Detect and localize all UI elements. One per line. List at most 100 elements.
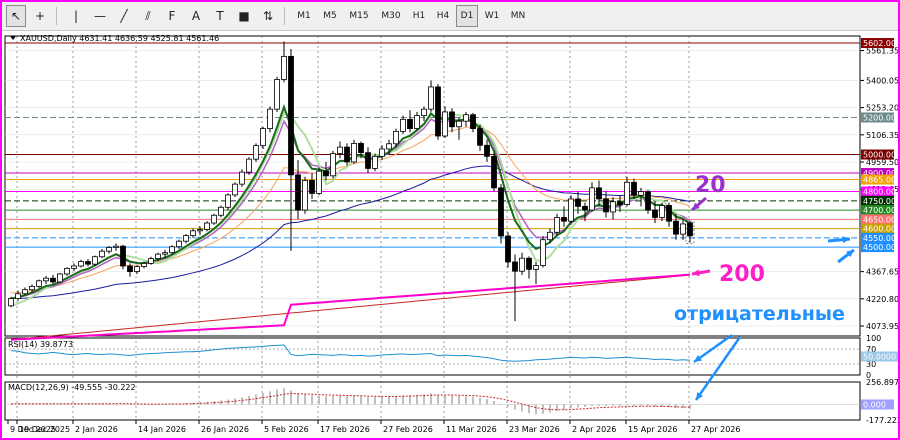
macd-bar[interactable] (367, 396, 369, 405)
trendline-tool-icon[interactable]: ╱ (114, 5, 134, 27)
candle[interactable] (421, 108, 427, 117)
candle[interactable] (239, 171, 245, 185)
macd-bar[interactable] (584, 404, 586, 407)
macd-bar[interactable] (605, 404, 607, 407)
candle[interactable] (673, 220, 679, 235)
macd-bar[interactable] (570, 404, 572, 409)
macd-bar[interactable] (563, 404, 565, 410)
candle[interactable] (456, 120, 462, 128)
candle[interactable] (344, 146, 350, 163)
candle[interactable] (484, 144, 490, 157)
candle[interactable] (610, 201, 616, 213)
candle[interactable] (624, 181, 630, 205)
macd-bar[interactable] (374, 397, 376, 405)
macd-bar[interactable] (598, 404, 600, 406)
candle[interactable] (442, 111, 448, 137)
candle[interactable] (169, 246, 175, 254)
macd-bar[interactable] (360, 396, 362, 405)
candle[interactable] (449, 111, 455, 128)
macd-bar[interactable] (682, 404, 684, 409)
candle[interactable] (162, 252, 168, 255)
candle[interactable] (680, 223, 686, 235)
candle[interactable] (323, 170, 329, 177)
candle[interactable] (631, 181, 637, 196)
candle[interactable] (57, 273, 63, 283)
macd-bar[interactable] (633, 404, 635, 406)
candle[interactable] (134, 266, 140, 272)
candle[interactable] (400, 118, 406, 132)
candle[interactable] (295, 174, 301, 211)
candle[interactable] (267, 108, 273, 129)
candle[interactable] (568, 198, 574, 222)
crosshair-tool-icon[interactable]: + (30, 5, 50, 27)
macd-bar[interactable] (346, 396, 348, 405)
candle[interactable] (85, 261, 91, 265)
text-tool-icon[interactable]: A (186, 5, 206, 27)
candle[interactable] (190, 230, 196, 237)
candle[interactable] (519, 257, 525, 272)
candle[interactable] (281, 55, 287, 80)
candle[interactable] (176, 240, 182, 248)
candle[interactable] (148, 258, 154, 264)
candle[interactable] (687, 222, 693, 237)
macd-bar[interactable] (521, 404, 523, 412)
timeframe-w1-button[interactable]: W1 (480, 5, 504, 27)
candle[interactable] (554, 217, 560, 233)
candle[interactable] (512, 261, 518, 272)
candle[interactable] (316, 170, 322, 194)
macd-bar[interactable] (262, 392, 264, 405)
candle[interactable] (29, 285, 35, 291)
timeframe-m30-button[interactable]: M30 (376, 5, 406, 27)
macd-bar[interactable] (311, 395, 313, 405)
candle[interactable] (113, 245, 119, 248)
candle[interactable] (505, 235, 511, 263)
macd-bar[interactable] (514, 404, 516, 410)
rectangle-tool-icon[interactable]: ■ (234, 5, 254, 27)
macd-bar[interactable] (276, 389, 278, 405)
candle[interactable] (337, 146, 343, 154)
macd-bar[interactable] (479, 397, 481, 405)
cursor-tool-icon[interactable]: ↖ (6, 5, 26, 27)
main-pane[interactable] (4, 35, 861, 337)
timeframe-h1-button[interactable]: H1 (408, 5, 430, 27)
macd-bar[interactable] (395, 396, 397, 405)
candle[interactable] (141, 263, 147, 267)
horizontal-line-tool-icon[interactable]: — (90, 5, 110, 27)
macd-bar[interactable] (591, 404, 593, 407)
candle[interactable] (491, 155, 497, 189)
macd-bar[interactable] (332, 395, 334, 405)
candle[interactable] (260, 128, 266, 147)
candle[interactable] (211, 214, 217, 224)
chart-area[interactable]: 5561.355400.055253.205106.354959.504812.… (2, 30, 898, 438)
candle[interactable] (15, 293, 21, 299)
macd-bar[interactable] (325, 396, 327, 405)
candle[interactable] (78, 261, 84, 267)
macd-bar[interactable] (465, 396, 467, 405)
timeframe-m15-button[interactable]: M15 (344, 5, 374, 27)
channel-tool-icon[interactable]: ⫽ (138, 5, 158, 27)
candle[interactable] (127, 265, 133, 272)
macd-bar[interactable] (437, 394, 439, 405)
candle[interactable] (575, 198, 581, 207)
candle[interactable] (309, 180, 315, 194)
candle[interactable] (204, 222, 210, 230)
candle[interactable] (645, 191, 651, 211)
macd-bar[interactable] (500, 403, 502, 405)
candle[interactable] (106, 247, 112, 252)
candle[interactable] (596, 187, 602, 200)
candle[interactable] (414, 115, 420, 129)
macd-bar[interactable] (339, 395, 341, 405)
macd-bar[interactable] (381, 396, 383, 405)
macd-bar[interactable] (248, 395, 250, 405)
candle[interactable] (659, 205, 665, 218)
candle[interactable] (43, 277, 49, 282)
fibonacci-tool-icon[interactable]: F (162, 5, 182, 27)
candle[interactable] (8, 298, 14, 307)
candle[interactable] (92, 256, 98, 265)
candle[interactable] (225, 194, 231, 208)
arrow-shapes-tool-icon[interactable]: ⇅ (258, 5, 278, 27)
candle[interactable] (652, 209, 658, 218)
candle[interactable] (393, 130, 399, 145)
candle[interactable] (358, 143, 364, 154)
candle[interactable] (617, 201, 623, 205)
